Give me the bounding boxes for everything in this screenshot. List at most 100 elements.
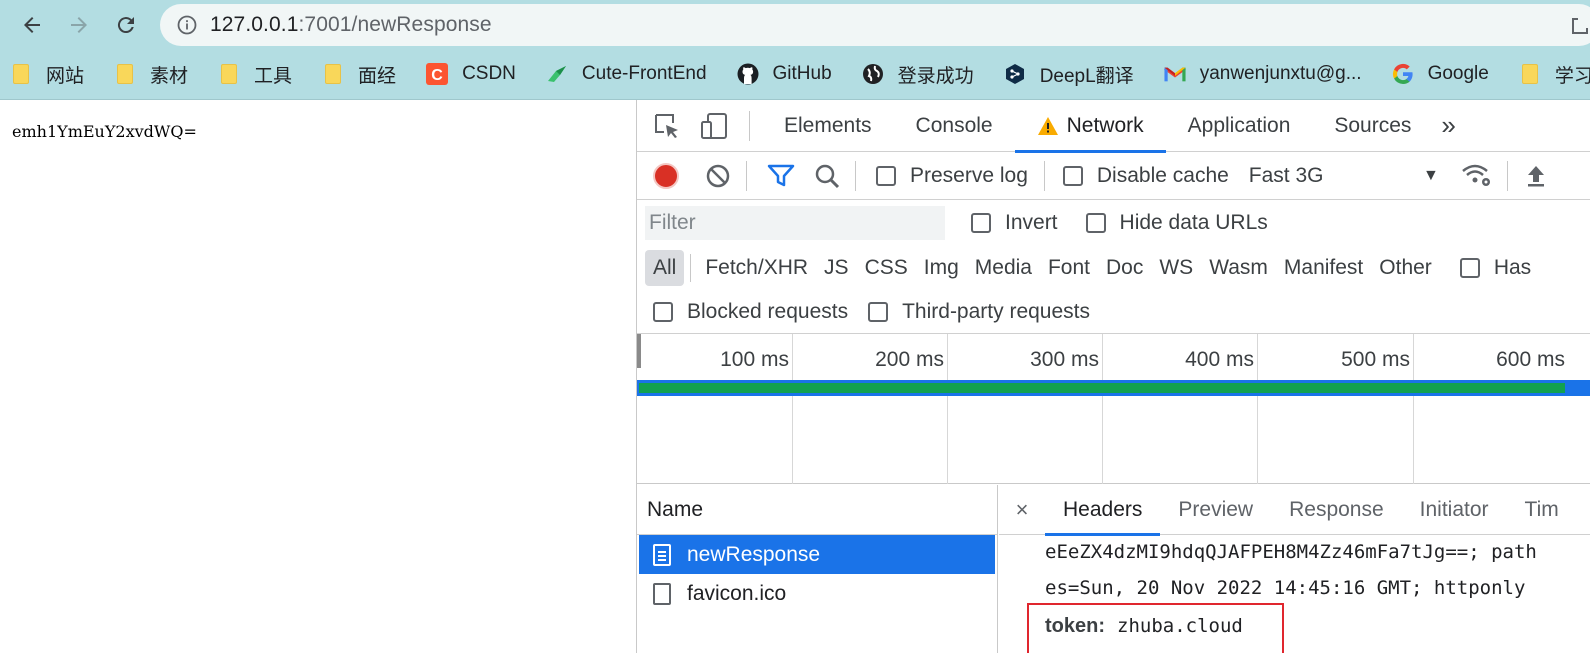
url-path: :7001/newResponse (298, 13, 492, 36)
back-arrow-icon (24, 17, 40, 33)
svg-text:C: C (431, 67, 443, 84)
type-other[interactable]: Other (1371, 256, 1440, 280)
filter-toggle-button[interactable] (761, 156, 801, 196)
timeline-tick: 300 ms (1030, 348, 1099, 371)
type-media[interactable]: Media (967, 256, 1040, 280)
gridline (1102, 334, 1103, 484)
tab-application[interactable]: Application (1166, 100, 1313, 152)
tab-network[interactable]: Network (1014, 100, 1166, 153)
timeline-request-bar (637, 380, 1590, 396)
search-button[interactable] (807, 156, 847, 196)
back-button[interactable] (15, 8, 49, 42)
request-row-newresponse[interactable]: newResponse (639, 535, 995, 574)
name-column-header[interactable]: Name (637, 485, 997, 535)
dropdown-arrow-icon: ▼ (1422, 166, 1439, 184)
bird-icon (546, 63, 568, 85)
record-button[interactable] (646, 156, 686, 196)
type-img[interactable]: Img (916, 256, 967, 280)
bookmark-学习[interactable]: 学习 (1509, 58, 1590, 90)
divider (690, 254, 692, 282)
bookmark-csdn[interactable]: C CSDN (416, 58, 526, 90)
preserve-log-checkbox[interactable] (876, 165, 896, 186)
bookmark-gmail[interactable]: yanwenjunxtu@g... (1154, 58, 1372, 90)
forward-arrow-icon (71, 17, 87, 33)
bookmark-label: 登录成功 (897, 65, 974, 87)
close-details-button[interactable]: × (999, 497, 1045, 523)
network-conditions-button[interactable] (1457, 156, 1497, 196)
hide-data-urls-checkbox[interactable] (1085, 213, 1106, 233)
bookmark-label: 网站 (46, 65, 85, 87)
hide-data-urls-label: Hide data URLs (1119, 211, 1268, 234)
bookmark-google[interactable]: Google (1382, 58, 1499, 90)
tab-console[interactable]: Console (894, 100, 1015, 152)
tab-sources[interactable]: Sources (1312, 100, 1433, 152)
throttling-select[interactable]: Fast 3G ▼ (1249, 164, 1439, 188)
reload-button[interactable] (109, 8, 143, 42)
github-icon (737, 63, 759, 85)
filter-icon (767, 164, 795, 186)
tab-label: Console (915, 113, 993, 137)
globe-icon (862, 63, 884, 85)
timeline-overview[interactable]: 100 ms 200 ms 300 ms 400 ms 500 ms 600 m… (637, 334, 1590, 484)
bookmark-github[interactable]: GitHub (727, 58, 842, 90)
browser-chrome: 127.0.0.1:7001/newResponse 网站 素材 工具 面经 C… (0, 0, 1590, 100)
bookmark-网站[interactable]: 网站 (0, 58, 94, 90)
tab-elements[interactable]: Elements (762, 100, 894, 152)
warning-icon (1037, 116, 1058, 135)
search-icon (815, 164, 840, 188)
overview-handle[interactable] (637, 334, 641, 368)
bookmark-素材[interactable]: 素材 (104, 58, 198, 90)
forward-button[interactable] (62, 8, 96, 42)
tab-response[interactable]: Response (1271, 485, 1402, 535)
bookmark-label: GitHub (772, 63, 832, 84)
bookmark-面经[interactable]: 面经 (312, 58, 406, 90)
csdn-icon: C (426, 63, 449, 85)
address-bar[interactable]: 127.0.0.1:7001/newResponse (160, 4, 1590, 46)
import-har-button[interactable] (1516, 156, 1556, 196)
device-toolbar-icon[interactable] (695, 106, 735, 146)
request-row-favicon[interactable]: favicon.ico (639, 574, 995, 613)
type-font[interactable]: Font (1040, 256, 1098, 280)
filter-input[interactable] (645, 206, 945, 240)
third-party-requests-checkbox[interactable] (868, 301, 889, 322)
type-doc[interactable]: Doc (1098, 256, 1151, 280)
site-info-icon[interactable] (176, 14, 198, 36)
name-header-label: Name (647, 497, 704, 521)
inspect-element-icon[interactable] (647, 106, 687, 146)
divider (746, 160, 747, 191)
clear-icon (706, 164, 730, 187)
type-fetch-xhr[interactable]: Fetch/XHR (697, 256, 816, 280)
bookmark-cute-frontend[interactable]: Cute-FrontEnd (536, 58, 717, 90)
invert-checkbox[interactable] (971, 213, 991, 233)
blocked-requests-checkbox[interactable] (653, 301, 673, 322)
url-text: 127.0.0.1:7001/newResponse (210, 13, 492, 37)
type-wasm[interactable]: Wasm (1201, 256, 1276, 280)
type-css[interactable]: CSS (857, 256, 916, 280)
filter-bar: Invert Hide data URLs (637, 200, 1590, 246)
type-all[interactable]: All (645, 250, 685, 286)
has-blocked-cookies-checkbox[interactable] (1459, 258, 1480, 278)
folder-icon (322, 63, 344, 85)
bookmark-工具[interactable]: 工具 (208, 58, 302, 90)
disable-cache-checkbox[interactable] (1062, 165, 1083, 186)
bookmark-label: Google (1427, 63, 1489, 84)
folder-icon (10, 63, 32, 85)
reload-icon (117, 17, 134, 34)
extension-icon[interactable] (1566, 14, 1590, 36)
tab-preview[interactable]: Preview (1160, 485, 1271, 535)
header-key: token: (1045, 615, 1105, 637)
tab-timing[interactable]: Tim (1507, 485, 1577, 535)
tab-initiator[interactable]: Initiator (1402, 485, 1507, 535)
type-js[interactable]: JS (816, 256, 857, 280)
type-manifest[interactable]: Manifest (1276, 256, 1371, 280)
clear-button[interactable] (698, 156, 738, 196)
record-icon (653, 162, 679, 189)
bookmark-label: 工具 (254, 65, 293, 87)
tab-label: Network (1066, 113, 1144, 137)
bookmark-登录成功[interactable]: 登录成功 (852, 58, 984, 90)
more-tabs-button[interactable]: » (1433, 100, 1463, 152)
more-tabs-icon: » (1441, 110, 1456, 140)
tab-headers[interactable]: Headers (1045, 485, 1161, 536)
bookmark-deepl[interactable]: DeepL翻译 (994, 58, 1144, 90)
type-ws[interactable]: WS (1151, 256, 1201, 280)
